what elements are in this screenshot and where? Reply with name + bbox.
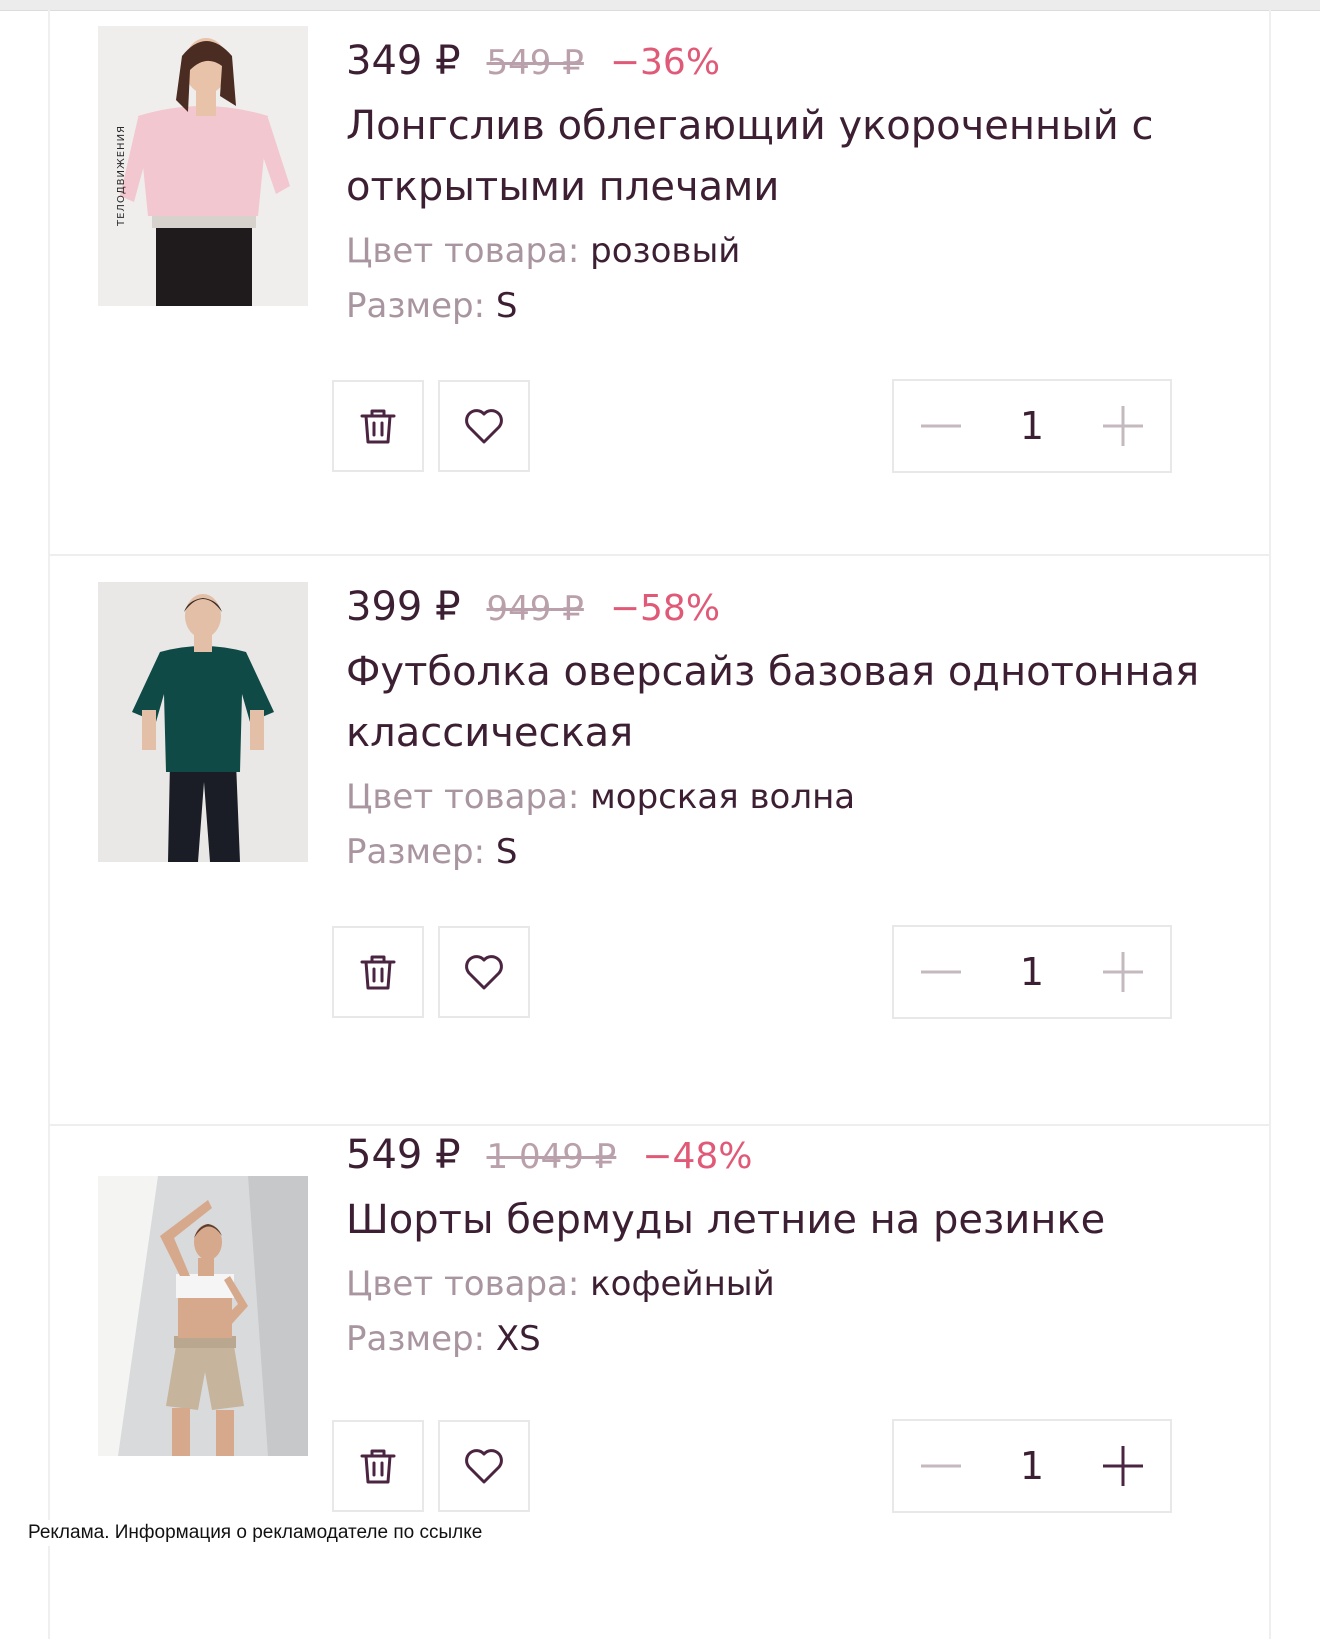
size-label: Размер: (346, 286, 486, 326)
cart-item: 549 ₽ 1 049 ₽ −48% Шорты бермуды летние … (50, 1126, 1269, 1639)
heart-icon (465, 409, 503, 444)
photo-brand-text: ТЕЛОДВИЖЕНИЯ (116, 125, 127, 227)
old-price: 949 ₽ (486, 589, 584, 629)
color-attribute: Цвет товара: кофейный (346, 1257, 1219, 1312)
increase-button[interactable] (1098, 1441, 1148, 1491)
heart-icon (465, 1449, 503, 1484)
decrease-button[interactable] (916, 401, 966, 451)
favorite-button[interactable] (438, 1420, 530, 1512)
quantity-value: 1 (1019, 950, 1045, 994)
price-row: 349 ₽ 549 ₽ −36% (346, 38, 1219, 84)
product-title[interactable]: Лонгслив облегающий укороченный с открыт… (346, 96, 1219, 218)
product-photo[interactable] (98, 582, 308, 862)
quantity-value: 1 (1019, 404, 1045, 448)
plus-icon (1103, 1446, 1143, 1486)
size-value: S (495, 832, 518, 872)
product-title[interactable]: Шорты бермуды летние на резинке (346, 1190, 1219, 1251)
color-label: Цвет товара: (346, 231, 580, 271)
price-row: 549 ₽ 1 049 ₽ −48% (346, 1132, 1219, 1178)
trash-icon (360, 955, 396, 990)
cart-item: 399 ₽ 949 ₽ −58% Футболка оверсайз базов… (50, 556, 1269, 1126)
trash-icon (360, 409, 396, 444)
trash-icon (360, 1449, 396, 1484)
plus-icon (1103, 952, 1143, 992)
product-info: 349 ₽ 549 ₽ −36% Лонгслив облегающий уко… (346, 38, 1219, 334)
heart-icon (465, 955, 503, 990)
price: 549 ₽ (346, 1132, 461, 1178)
delete-button[interactable] (332, 1420, 424, 1512)
quantity-stepper: 1 (892, 1419, 1172, 1513)
product-info: 549 ₽ 1 049 ₽ −48% Шорты бермуды летние … (346, 1132, 1219, 1367)
delete-button[interactable] (332, 926, 424, 1018)
product-photo[interactable] (98, 1176, 308, 1456)
color-value: кофейный (590, 1264, 775, 1304)
quantity-stepper: 1 (892, 925, 1172, 1019)
color-label: Цвет товара: (346, 1264, 580, 1304)
discount-badge: −48% (642, 1136, 753, 1177)
size-attribute: Размер: S (346, 825, 1219, 880)
size-value: S (495, 286, 518, 326)
old-price: 549 ₽ (486, 43, 584, 83)
minus-icon (921, 970, 961, 974)
size-attribute: Размер: S (346, 279, 1219, 334)
plus-icon (1103, 406, 1143, 446)
price: 349 ₽ (346, 38, 461, 84)
cart-item: ТЕЛОДВИЖЕНИЯ 349 ₽ 549 ₽ −36% Лонгслив о… (50, 0, 1269, 556)
color-value: розовый (590, 231, 741, 271)
color-attribute: Цвет товара: розовый (346, 224, 1219, 279)
size-label: Размер: (346, 832, 486, 872)
discount-badge: −58% (609, 588, 721, 629)
increase-button[interactable] (1098, 401, 1148, 451)
minus-icon (921, 1464, 961, 1468)
product-title[interactable]: Футболка оверсайз базовая однотонная кла… (346, 642, 1219, 764)
color-label: Цвет товара: (346, 777, 580, 817)
color-value: морская волна (590, 777, 856, 817)
decrease-button[interactable] (916, 1441, 966, 1491)
old-price: 1 049 ₽ (486, 1137, 617, 1177)
favorite-button[interactable] (438, 926, 530, 1018)
ad-notice[interactable]: Реклама. Информация о рекламодателе по с… (24, 1520, 487, 1546)
delete-button[interactable] (332, 380, 424, 472)
size-value: XS (495, 1319, 541, 1359)
decrease-button[interactable] (916, 947, 966, 997)
increase-button[interactable] (1098, 947, 1148, 997)
price-row: 399 ₽ 949 ₽ −58% (346, 584, 1219, 630)
price: 399 ₽ (346, 584, 461, 630)
quantity-value: 1 (1019, 1444, 1045, 1488)
size-attribute: Размер: XS (346, 1312, 1219, 1367)
size-label: Размер: (346, 1319, 486, 1359)
color-attribute: Цвет товара: морская волна (346, 770, 1219, 825)
discount-badge: −36% (609, 42, 721, 83)
quantity-stepper: 1 (892, 379, 1172, 473)
product-info: 399 ₽ 949 ₽ −58% Футболка оверсайз базов… (346, 584, 1219, 880)
product-photo[interactable]: ТЕЛОДВИЖЕНИЯ (98, 26, 308, 306)
favorite-button[interactable] (438, 380, 530, 472)
minus-icon (921, 424, 961, 428)
